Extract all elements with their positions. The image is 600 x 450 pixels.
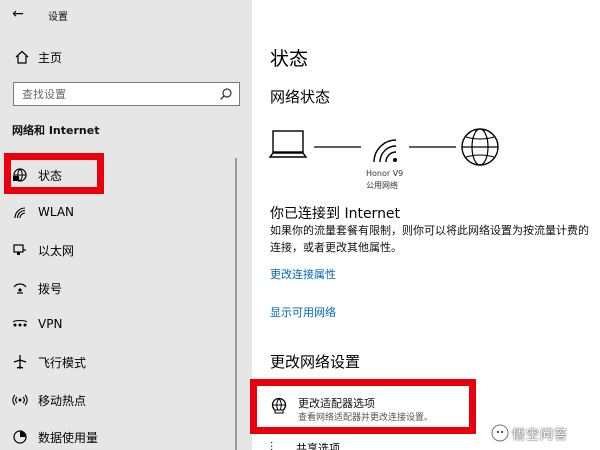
page-title: 状态: [270, 48, 309, 70]
watermark-text: 悟空问答: [512, 428, 569, 443]
sidebar-item-airplane[interactable]: 飞行模式: [0, 347, 240, 377]
network-status-heading: 网络状态: [270, 88, 331, 106]
sidebar-item-label: 移动热点: [38, 394, 87, 408]
sidebar-item-label: 主页: [38, 51, 63, 65]
watermark: 悟空问答: [490, 422, 596, 444]
hotspot-icon: [12, 394, 28, 406]
search-input[interactable]: [22, 86, 202, 102]
wifi-icon: [14, 207, 26, 219]
sharing-options-button[interactable]: ⫶ 共享选项: [270, 440, 420, 450]
sidebar-item-vpn[interactable]: VPN: [0, 310, 240, 340]
sharing-icon: ⫶: [270, 440, 274, 450]
airplane-icon: [13, 355, 27, 369]
vpn-icon: [12, 320, 28, 327]
sidebar-item-home[interactable]: 主页: [0, 42, 252, 72]
data-usage-icon: [13, 430, 27, 444]
sidebar: ← 设置 主页 网络和 Internet 状态 WLAN: [0, 0, 252, 450]
sidebar-item-label: 数据使用量: [38, 431, 99, 445]
back-button[interactable]: ←: [6, 4, 30, 24]
wifi-signal-icon: [373, 139, 397, 163]
change-network-settings-heading: 更改网络设置: [270, 353, 361, 371]
show-available-networks-link[interactable]: 显示可用网络: [270, 304, 336, 320]
sidebar-item-label: 以太网: [38, 244, 75, 258]
highlight-box-adapter: [250, 379, 476, 434]
dialup-icon: [13, 283, 27, 294]
sidebar-item-label: 拨号: [38, 282, 63, 296]
home-icon: [15, 50, 29, 64]
sharing-options-label: 共享选项: [296, 442, 340, 450]
sidebar-item-label: 飞行模式: [38, 356, 87, 370]
sidebar-scrollbar[interactable]: [235, 158, 237, 450]
watermark-logo-icon: [491, 424, 509, 442]
section-header: 网络和 Internet: [12, 124, 100, 137]
change-connection-properties-link[interactable]: 更改连接属性: [270, 266, 336, 282]
ethernet-icon: [13, 244, 26, 255]
sidebar-item-hotspot[interactable]: 移动热点: [0, 385, 240, 415]
sidebar-item-data-usage[interactable]: 数据使用量: [0, 422, 240, 450]
sidebar-item-dialup[interactable]: 拨号: [0, 273, 240, 303]
highlight-box-status: [4, 153, 104, 194]
back-arrow-icon: ←: [12, 6, 24, 22]
network-name: Honor V9: [366, 169, 404, 178]
sidebar-item-label: VPN: [38, 317, 63, 331]
sidebar-item-wlan[interactable]: WLAN: [0, 198, 240, 228]
sidebar-item-ethernet[interactable]: 以太网: [0, 235, 240, 265]
app-title: 设置: [48, 12, 68, 23]
network-type: 公用网络: [366, 181, 398, 190]
search-box[interactable]: [13, 82, 240, 106]
search-icon[interactable]: [219, 87, 233, 101]
connected-heading: 你已连接到 Internet: [270, 206, 401, 222]
title-bar: ← 设置: [0, 0, 252, 30]
connection-description: 如果你的流量套餐有限制，则你可以将此网络设置为按流量计费的连接，或者更改其他属性…: [270, 224, 589, 254]
sidebar-item-label: WLAN: [38, 205, 75, 219]
globe-internet-icon: [461, 128, 499, 166]
computer-icon: [268, 130, 308, 158]
